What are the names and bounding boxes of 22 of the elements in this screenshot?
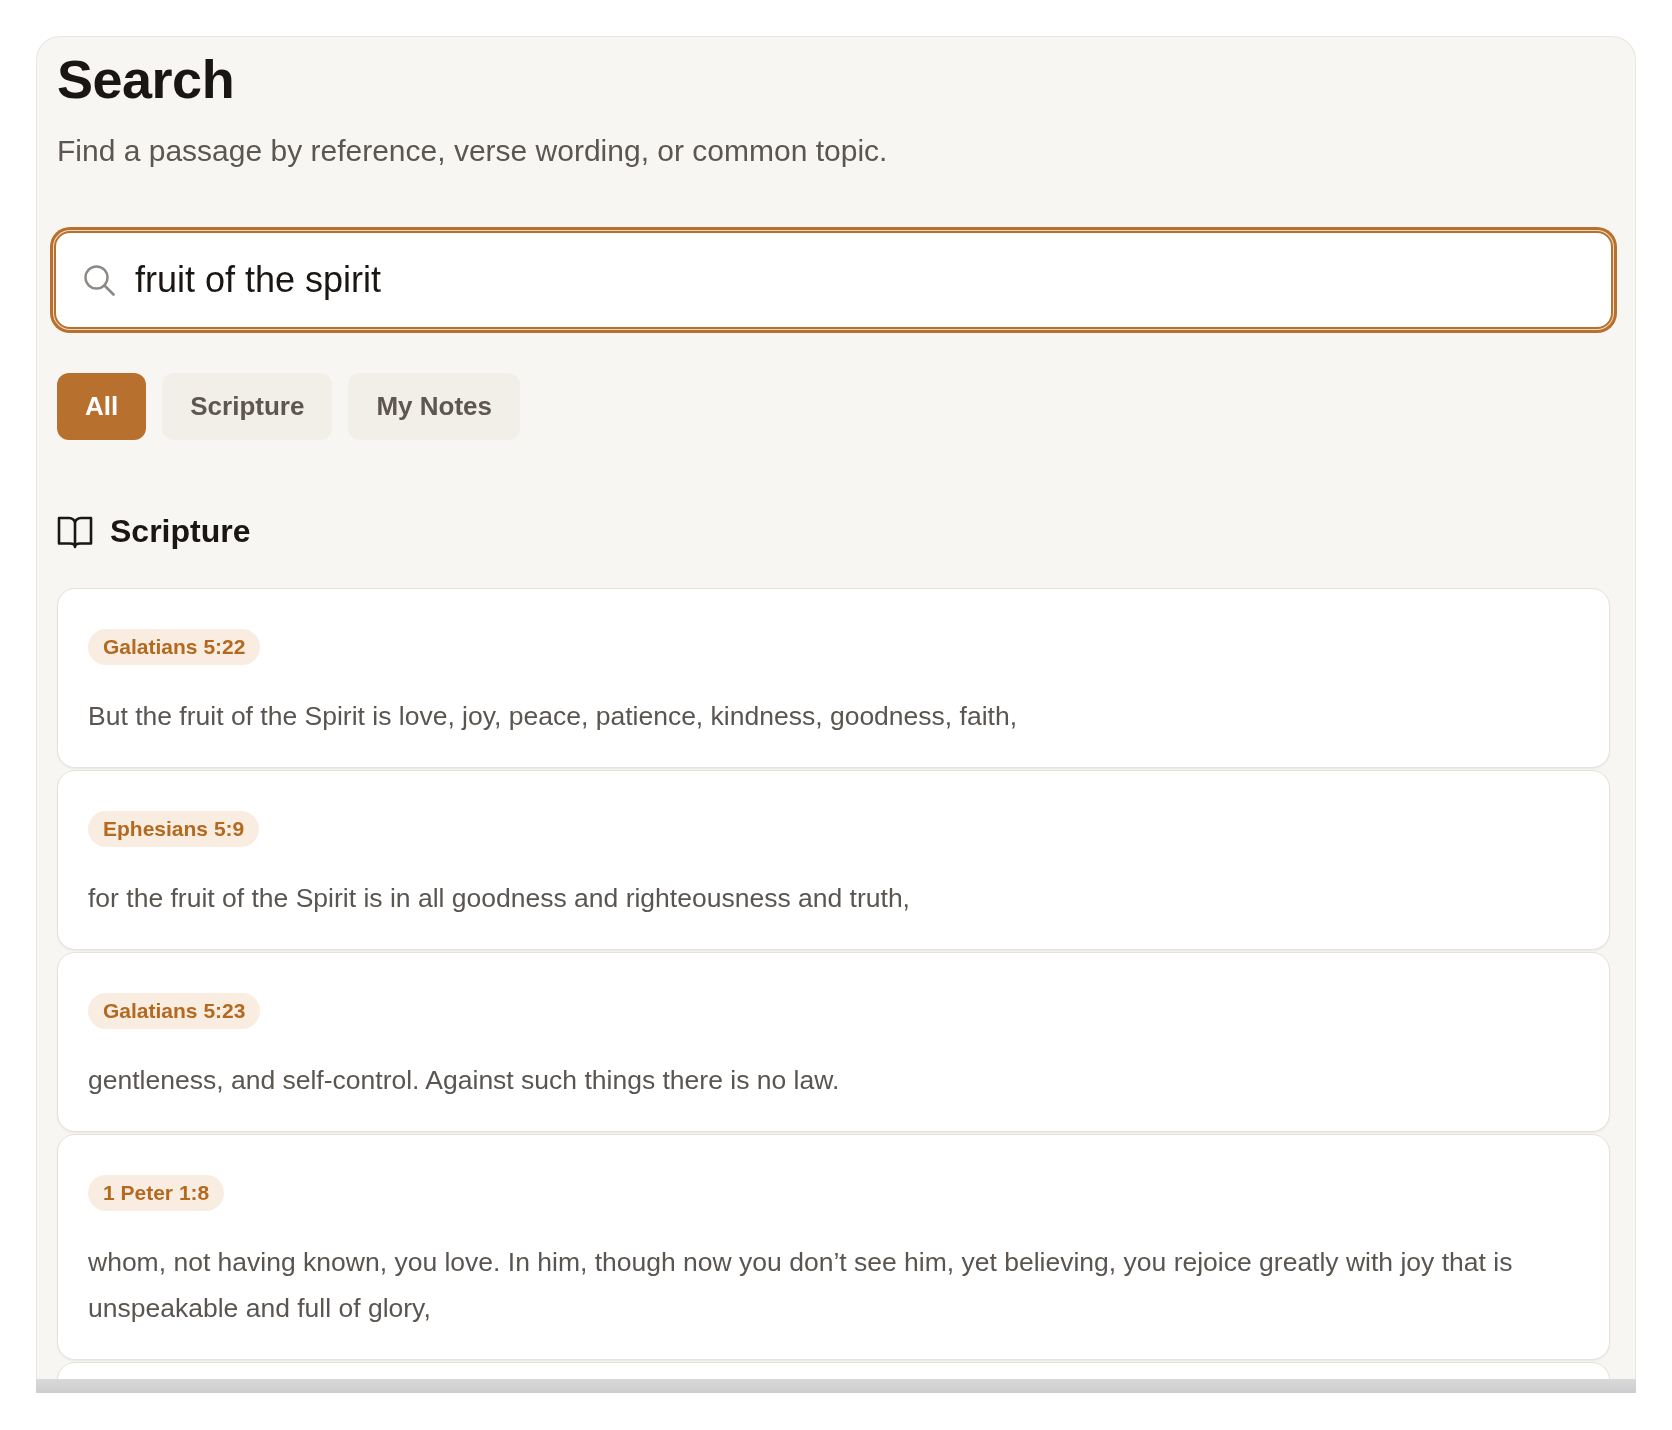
page-subtitle: Find a passage by reference, verse wording, or common topic. bbox=[57, 133, 888, 169]
reference-tag: Ephesians 5:9 bbox=[88, 811, 260, 847]
section-heading: Scripture bbox=[110, 512, 251, 551]
scrollbar-track[interactable] bbox=[36, 1379, 1636, 1393]
result-card[interactable]: Galatians 5:22 But the fruit of the Spirit is love, joy, peace, patience, kindness, goodness, faith, bbox=[57, 588, 1610, 768]
search-field[interactable]: fruit of the spirit bbox=[54, 231, 1613, 329]
result-card[interactable]: 1 Peter 1:8 whom, not having known, you love. In him, though now you don’t see him, yet believing, you rejoice greatly with joy that is unspeakable and full of glory, bbox=[57, 1134, 1610, 1360]
result-card[interactable]: Galatians 5:23 gentleness, and self-control. Against such things there is no law. bbox=[57, 952, 1610, 1132]
verse-text: But the fruit of the Spirit is love, joy, peace, patience, kindness, goodness, faith, bbox=[88, 700, 1018, 733]
verse-text: for the fruit of the Spirit is in all goodness and righteousness and truth, bbox=[88, 882, 911, 915]
filter-tab[interactable]: Scripture bbox=[162, 373, 333, 440]
result-card[interactable]: Ephesians 5:9 for the fruit of the Spirit is in all goodness and righteousness and truth, bbox=[57, 770, 1610, 950]
reference-tag: Galatians 5:22 bbox=[88, 629, 261, 665]
book-icon bbox=[57, 514, 93, 549]
search-icon bbox=[83, 264, 115, 296]
filter-tab[interactable]: My Notes bbox=[348, 373, 520, 440]
page-title: Search bbox=[57, 52, 235, 106]
filter-tab[interactable]: All bbox=[57, 373, 147, 440]
verse-text: whom, not having known, you love. In him, though now you don’t see him, yet believing, you rejoice greatly with joy that is unspeakable and full of glory, bbox=[88, 1246, 1514, 1325]
reference-tag: Galatians 5:23 bbox=[88, 993, 261, 1029]
reference-tag: 1 Peter 1:8 bbox=[88, 1175, 225, 1211]
verse-text: gentleness, and self-control. Against such things there is no law. bbox=[88, 1064, 841, 1097]
